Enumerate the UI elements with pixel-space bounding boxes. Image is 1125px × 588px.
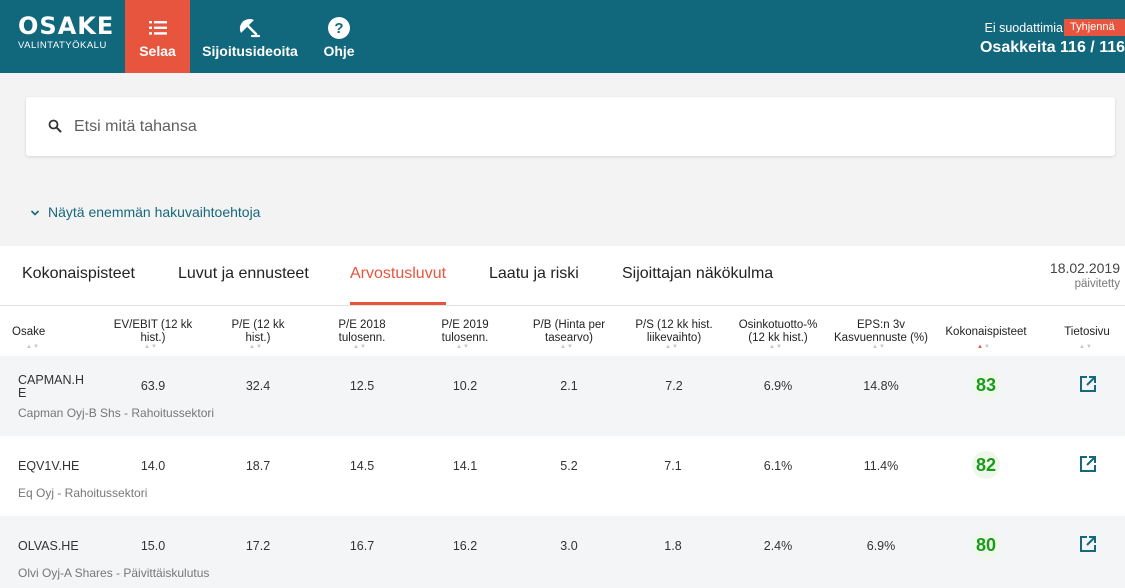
cell-dividend: 6.9% [763,379,793,393]
cell-eps-growth: 11.4% [863,459,899,473]
sort-icon[interactable]: ▲▼ [769,344,783,350]
table-row[interactable]: OLVAS.HE Olvi Oyj-A Shares - Päivittäisk… [0,516,1125,588]
nav-label-selaa: Selaa [139,43,176,59]
more-options-label: Näytä enemmän hakuvaihtoehtoja [48,204,261,220]
filter-status: Ei suodattimia [984,21,1063,35]
more-options-link[interactable]: Näytä enemmän hakuvaihtoehtoja [30,204,260,220]
cell-pe-2018: 12.5 [349,379,375,393]
results-panel: Kokonaispisteet Luvut ja ennusteet Arvos… [0,246,1125,588]
cell-pe-2019: 16.2 [452,539,478,553]
umbrella-icon [238,16,262,40]
update-info: 18.02.2019 päivitetty [1050,260,1120,290]
sort-icon[interactable]: ▲▼ [456,344,470,350]
company-name: Eq Oyj - Rahoitussektori [18,486,148,500]
cell-pe-2019: 10.2 [452,379,478,393]
score-badge: 83 [972,371,1000,399]
external-link-icon[interactable] [1079,535,1097,558]
cell-eps-growth: 6.9% [866,539,896,553]
cell-pb: 2.1 [560,379,578,393]
sort-icon[interactable]: ▲▼ [249,344,263,350]
nav-sijoitusideoita[interactable]: Sijoitusideoita [198,0,302,73]
cell-ev-ebit: 15.0 [140,539,166,553]
company-name: Capman Oyj-B Shs - Rahoitussektori [18,406,215,420]
help-icon: ? [327,16,351,40]
stock-count: Osakkeita 116 / 116 [979,39,1125,56]
sort-icon[interactable]: ▲▼ [26,344,40,350]
cell-ps: 7.1 [664,459,682,473]
cell-pe-2018: 16.7 [349,539,375,553]
tab-sijoittajan-nakokulma[interactable]: Sijoittajan näkökulma [622,262,773,305]
logo-subtitle: VALINTATYÖKALU [18,40,107,51]
nav-label-ohje: Ohje [323,43,355,59]
cell-dividend: 2.4% [763,539,793,553]
cell-ps: 1.8 [664,539,682,553]
list-icon [148,16,167,40]
cell-ps: 7.2 [665,379,683,393]
cell-ev-ebit: 14.0 [140,459,166,473]
nav-selaa[interactable]: Selaa [125,0,190,73]
update-label: päivitetty [1074,278,1120,290]
score-badge: 82 [972,451,1000,479]
update-date: 18.02.2019 [1049,260,1120,276]
cell-pb: 3.0 [560,539,578,553]
chevron-down-icon [30,204,40,220]
tab-arvostusluvut[interactable]: Arvostusluvut [350,262,447,305]
cell-eps-growth: 14.8% [863,379,899,393]
external-link-icon[interactable] [1079,375,1097,398]
ticker[interactable]: OLVAS.HE [18,539,79,553]
svg-text:?: ? [334,20,343,37]
cell-pe-hist: 18.7 [245,459,271,473]
cell-ev-ebit: 63.9 [140,379,166,393]
tab-luvut-ja-ennusteet[interactable]: Luvut ja ennusteet [178,262,309,305]
table-row[interactable]: CAPMAN.HE Capman Oyj-B Shs - Rahoitussek… [0,356,1125,436]
cell-pe-hist: 32.4 [245,379,271,393]
sort-icon[interactable]: ▲▼ [665,344,679,350]
external-link-icon[interactable] [1079,455,1097,478]
sort-icon[interactable]: ▲▼ [353,344,367,350]
ticker[interactable]: CAPMAN.HE [18,374,88,400]
sort-icon[interactable]: ▲▼ [144,344,158,350]
nav-ohje[interactable]: ? Ohje [315,0,363,73]
logo[interactable]: OSAKE VALINTATYÖKALU [18,13,114,51]
company-name: Olvi Oyj-A Shares - Päivittäiskulutus [18,566,210,580]
cell-pe-hist: 17.2 [245,539,271,553]
score-badge: 80 [972,531,1000,559]
cell-dividend: 6.1% [763,459,793,473]
top-bar: OSAKE VALINTATYÖKALU Selaa Sijoitusideoi… [0,0,1125,73]
table-row[interactable]: EQV1V.HE Eq Oyj - Rahoitussektori 14.0 1… [0,436,1125,516]
search-input[interactable] [74,114,974,140]
logo-title: OSAKE [18,12,115,40]
sort-icon[interactable]: ▲▼ [872,344,886,350]
tab-kokonaispisteet[interactable]: Kokonaispisteet [22,262,135,305]
search-icon [48,119,62,138]
search-box [26,97,1115,156]
ticker[interactable]: EQV1V.HE [18,459,79,473]
tab-laatu-ja-riski[interactable]: Laatu ja riski [489,262,579,305]
clear-filters-button[interactable]: Tyhjennä [1064,19,1125,36]
cell-pe-2019: 14.1 [452,459,478,473]
divider [0,305,1125,306]
sort-icon[interactable]: ▲▼ [560,344,574,350]
cell-pe-2018: 14.5 [349,459,375,473]
cell-pb: 5.2 [560,459,578,473]
sort-icon: ▲▼ [1079,344,1093,350]
nav-label-sijoitusideoita: Sijoitusideoita [202,43,298,59]
sort-desc-icon[interactable]: ▲▼ [977,344,991,350]
